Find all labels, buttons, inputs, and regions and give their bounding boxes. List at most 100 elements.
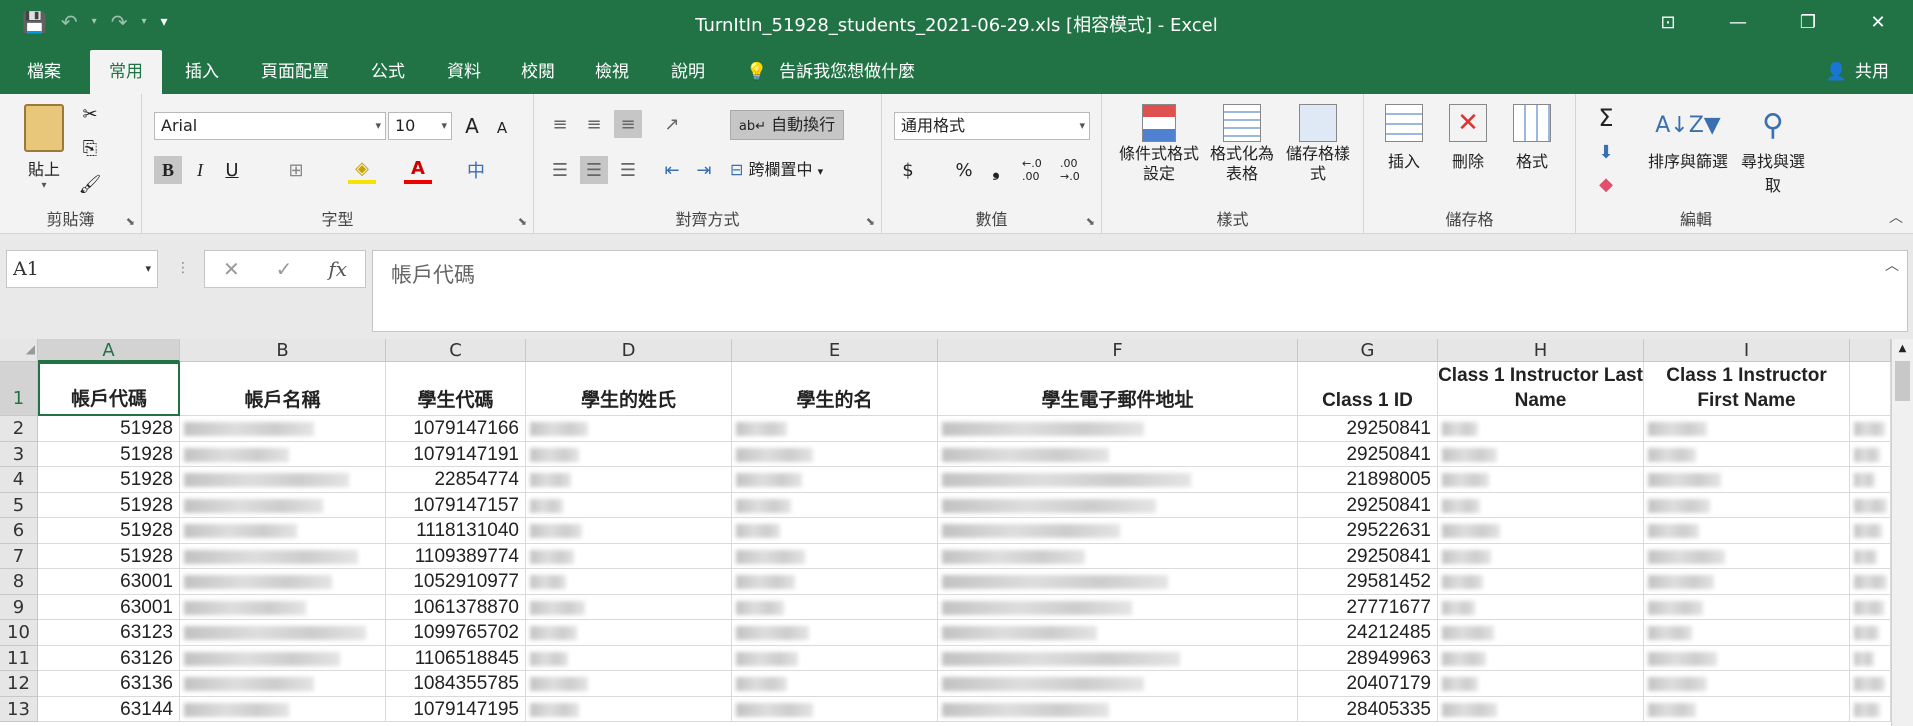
select-all-corner[interactable]: ◢ <box>0 339 38 362</box>
paste-button[interactable]: 貼上 ▾ <box>14 104 74 191</box>
redacted-cell[interactable] <box>180 492 386 518</box>
insert-function-icon[interactable]: fx <box>328 257 347 281</box>
row-header[interactable]: 2 <box>0 416 38 442</box>
format-painter-icon[interactable]: 🖌 <box>76 170 104 198</box>
account-code-cell[interactable]: 51928 <box>38 441 180 467</box>
increase-decimal-icon[interactable]: ←.0 .00 <box>1022 156 1056 184</box>
redacted-cell[interactable] <box>180 696 386 722</box>
format-as-table-button[interactable]: 格式化為表格 <box>1206 104 1278 184</box>
redacted-cell[interactable] <box>1850 467 1891 493</box>
redacted-cell[interactable] <box>732 671 938 697</box>
tab-file[interactable]: 檔案 <box>12 50 76 94</box>
conditional-formatting-button[interactable]: 條件式格式設定 <box>1116 104 1202 184</box>
redacted-cell[interactable] <box>526 671 732 697</box>
class-id-cell[interactable]: 29581452 <box>1298 569 1438 595</box>
restore-icon[interactable]: ❐ <box>1773 0 1843 44</box>
tab-help[interactable]: 說明 <box>656 50 720 94</box>
shrink-font-icon[interactable]: A <box>488 114 516 142</box>
redacted-cell[interactable] <box>1850 569 1891 595</box>
redacted-cell[interactable] <box>1438 620 1644 646</box>
redacted-cell[interactable] <box>526 492 732 518</box>
redacted-cell[interactable] <box>1850 671 1891 697</box>
header-cell-instructor-first-name[interactable]: Class 1 Instructor First Name <box>1644 362 1850 416</box>
redacted-cell[interactable] <box>732 696 938 722</box>
redacted-cell[interactable] <box>180 441 386 467</box>
redacted-cell[interactable] <box>732 594 938 620</box>
header-cell-instructor-last-name[interactable]: Class 1 Instructor Last Name <box>1438 362 1644 416</box>
redacted-cell[interactable] <box>732 518 938 544</box>
column-header[interactable]: D <box>526 339 732 362</box>
tab-page-layout[interactable]: 頁面配置 <box>248 50 342 94</box>
redacted-cell[interactable] <box>1850 492 1891 518</box>
redacted-cell[interactable] <box>1644 492 1850 518</box>
redacted-cell[interactable] <box>180 645 386 671</box>
cell-styles-button[interactable]: 儲存格樣式 <box>1282 104 1354 184</box>
redacted-cell[interactable] <box>938 645 1298 671</box>
class-id-cell[interactable]: 28405335 <box>1298 696 1438 722</box>
redacted-cell[interactable] <box>1438 467 1644 493</box>
class-id-cell[interactable]: 29522631 <box>1298 518 1438 544</box>
student-code-cell[interactable]: 1106518845 <box>386 645 526 671</box>
enter-icon[interactable]: ✓ <box>276 257 293 281</box>
number-format-select[interactable]: 通用格式 ▾ <box>894 112 1090 140</box>
redacted-cell[interactable] <box>938 492 1298 518</box>
decrease-indent-icon[interactable]: ⇤ <box>658 156 686 184</box>
wrap-text-button[interactable]: ab↵ 自動換行 <box>730 110 844 140</box>
class-id-cell[interactable]: 28949963 <box>1298 645 1438 671</box>
row-header[interactable]: 9 <box>0 594 38 620</box>
redacted-cell[interactable] <box>1438 645 1644 671</box>
tab-view[interactable]: 檢視 <box>580 50 644 94</box>
row-header[interactable]: 13 <box>0 696 38 722</box>
underline-button[interactable]: U <box>218 156 246 184</box>
redacted-cell[interactable] <box>938 467 1298 493</box>
clear-icon[interactable]: ◆ <box>1592 170 1620 198</box>
percent-icon[interactable]: % <box>950 156 978 184</box>
phonetic-icon[interactable]: 中 <box>462 156 490 184</box>
ribbon-display-icon[interactable]: ⊡ <box>1633 0 1703 44</box>
column-header[interactable]: G <box>1298 339 1438 362</box>
redacted-cell[interactable] <box>1438 416 1644 442</box>
column-header[interactable]: H <box>1438 339 1644 362</box>
account-code-cell[interactable]: 51928 <box>38 492 180 518</box>
redacted-cell[interactable] <box>1438 569 1644 595</box>
redacted-cell[interactable] <box>1438 441 1644 467</box>
increase-indent-icon[interactable]: ⇥ <box>690 156 718 184</box>
redacted-cell[interactable] <box>526 441 732 467</box>
redacted-cell[interactable] <box>180 467 386 493</box>
student-code-cell[interactable]: 1079147157 <box>386 492 526 518</box>
redacted-cell[interactable] <box>1850 620 1891 646</box>
redacted-cell[interactable] <box>1644 645 1850 671</box>
align-middle-icon[interactable]: ≡ <box>580 110 608 138</box>
column-header[interactable]: I <box>1644 339 1850 362</box>
fill-color-icon[interactable]: ◈ <box>348 156 376 184</box>
tab-home[interactable]: 常用 <box>90 50 162 94</box>
name-box[interactable]: A1 ▾ <box>6 250 158 288</box>
row-header[interactable]: 12 <box>0 671 38 697</box>
redacted-cell[interactable] <box>1850 594 1891 620</box>
tell-me-search[interactable]: 💡 告訴我您想做什麼 <box>746 50 915 94</box>
student-code-cell[interactable]: 22854774 <box>386 467 526 493</box>
redacted-cell[interactable] <box>938 569 1298 595</box>
comma-icon[interactable]: ❟ <box>982 156 1010 184</box>
grow-font-icon[interactable]: A <box>458 112 486 140</box>
column-header[interactable]: B <box>180 339 386 362</box>
redacted-cell[interactable] <box>732 569 938 595</box>
account-code-cell[interactable]: 51928 <box>38 543 180 569</box>
redacted-cell[interactable] <box>938 441 1298 467</box>
redacted-cell[interactable] <box>732 645 938 671</box>
column-header[interactable]: F <box>938 339 1298 362</box>
class-id-cell[interactable]: 29250841 <box>1298 416 1438 442</box>
redacted-cell[interactable] <box>526 416 732 442</box>
font-name-select[interactable]: Arial ▾ <box>154 112 386 140</box>
align-center-icon[interactable]: ☰ <box>580 156 608 184</box>
header-cell-student-first-name[interactable]: 學生的名 <box>732 362 938 416</box>
cut-icon[interactable]: ✂ <box>76 100 104 128</box>
dialog-launcher-icon[interactable]: ⬊ <box>866 215 875 228</box>
account-code-cell[interactable]: 63123 <box>38 620 180 646</box>
font-color-icon[interactable]: A <box>404 156 432 184</box>
class-id-cell[interactable]: 24212485 <box>1298 620 1438 646</box>
redacted-cell[interactable] <box>1850 645 1891 671</box>
delete-cells-button[interactable]: ✕ 刪除 <box>1438 104 1498 172</box>
header-cell-student-code[interactable]: 學生代碼 <box>386 362 526 416</box>
redacted-cell[interactable] <box>1438 492 1644 518</box>
